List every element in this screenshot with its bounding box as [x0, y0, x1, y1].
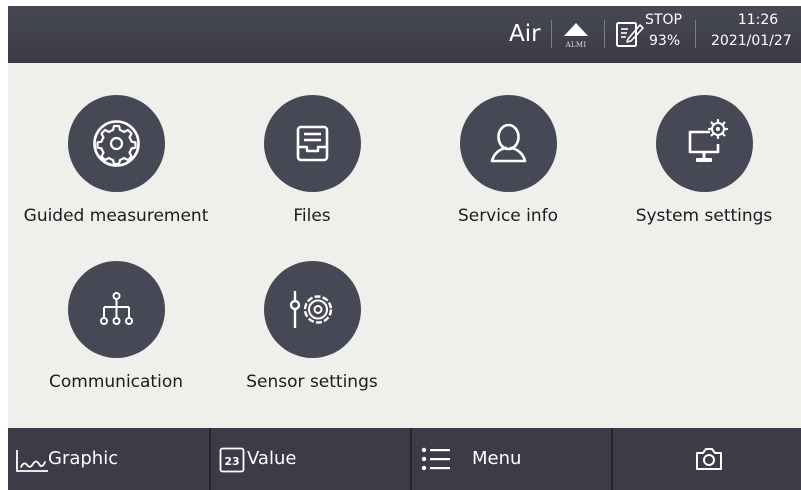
value-button[interactable]: 23 Value [211, 428, 412, 490]
alarm-label: ALMI [565, 41, 587, 49]
tile-service-info[interactable]: Service info [410, 63, 606, 226]
device-screen: Air ALMI STOP 93% 11:26 2021/01/27 Guide… [8, 6, 801, 490]
medium-label: Air [509, 21, 541, 47]
logging-state: STOP [645, 12, 682, 28]
monitor-gear-icon [688, 118, 729, 162]
edit-document-icon[interactable] [615, 19, 645, 49]
bottom-bar: Graphic 23 Value Menu [8, 428, 801, 490]
tile-system-settings[interactable]: System settings [606, 63, 801, 226]
tile-label: Sensor settings [246, 372, 378, 392]
gear-icon [93, 120, 140, 167]
tile-circle [460, 95, 557, 192]
number-box-text: 23 [224, 455, 239, 468]
camera-icon [696, 448, 722, 470]
clock-time: 11:26 [737, 12, 779, 28]
tile-circle [264, 261, 361, 358]
line-graph-icon [16, 450, 48, 472]
tile-circle [68, 261, 165, 358]
tile-guided-measurement[interactable]: Guided measurement [18, 63, 214, 226]
status-divider [551, 20, 552, 48]
network-tree-icon [100, 292, 133, 325]
status-bar: Air ALMI STOP 93% 11:26 2021/01/27 [8, 6, 801, 63]
person-icon [490, 123, 527, 163]
camera-button[interactable] [613, 428, 801, 490]
value-label: Value [247, 448, 297, 469]
status-divider [695, 20, 696, 48]
tile-label: System settings [635, 206, 773, 226]
status-divider [604, 20, 605, 48]
tile-sensor-settings[interactable]: Sensor settings [214, 229, 410, 392]
list-icon [421, 447, 450, 471]
tile-circle [656, 95, 753, 192]
graphic-button[interactable]: Graphic [8, 428, 211, 490]
triangle-up-icon [564, 23, 588, 36]
tile-circle [68, 95, 165, 192]
graphic-label: Graphic [48, 448, 119, 469]
tile-files[interactable]: Files [214, 63, 410, 226]
number-box-icon: 23 [219, 447, 245, 473]
clock-date: 2021/01/27 [711, 33, 792, 49]
menu-button[interactable]: Menu [412, 428, 613, 490]
tile-label: Service info [457, 206, 559, 226]
tile-circle [264, 95, 361, 192]
memory-percent: 93% [649, 33, 681, 49]
alarm-indicator[interactable]: ALMI [561, 14, 591, 58]
tile-communication[interactable]: Communication [18, 229, 214, 392]
tile-label: Files [293, 206, 331, 226]
tile-label: Communication [49, 372, 183, 392]
menu-label: Menu [472, 448, 522, 469]
sensor-gear-icon [289, 291, 333, 328]
inbox-tray-icon [296, 125, 329, 162]
tile-label: Guided measurement [23, 206, 209, 226]
